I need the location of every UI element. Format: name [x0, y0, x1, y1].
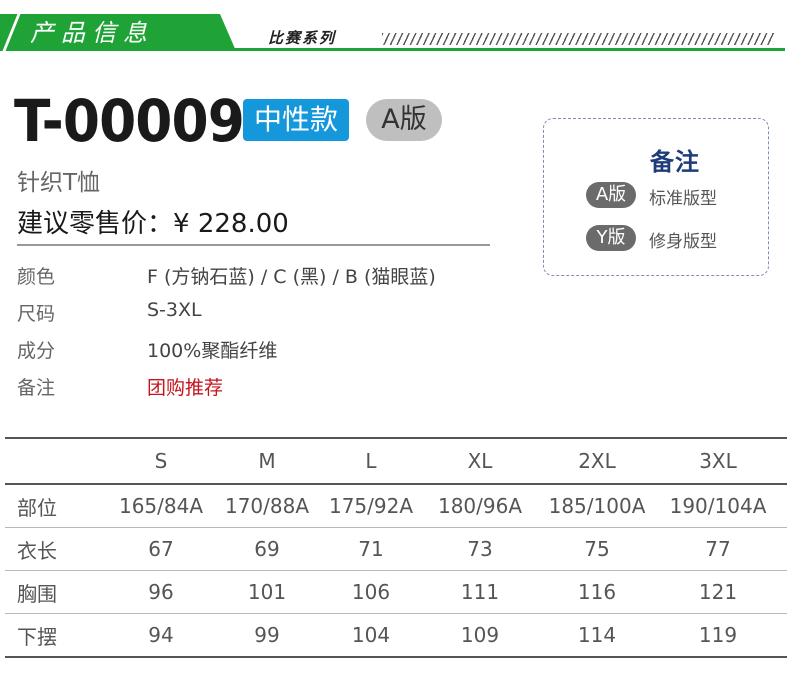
table-row: 衣长 67 69 71 73 75 77	[5, 528, 787, 571]
table-header-cell	[5, 439, 105, 483]
table-cell: 99	[254, 623, 280, 647]
table-cell: 111	[460, 580, 500, 604]
table-cell: 67	[148, 537, 174, 561]
row-label: 部位	[17, 495, 57, 520]
table-cell: 106	[351, 580, 391, 604]
fit-y-badge: Y版	[586, 225, 636, 251]
price-value: ¥ 228.00	[173, 209, 289, 239]
row-label: 胸围	[17, 581, 57, 606]
note-title: 备注	[650, 148, 700, 176]
table-row: 部位 165/84A 170/88A 175/92A 180/96A 185/1…	[5, 485, 787, 528]
fit-tag: A版	[366, 99, 442, 141]
table-cell: 121	[698, 580, 738, 604]
table-cell: 116	[577, 580, 617, 604]
table-header-cell: L	[365, 449, 377, 473]
table-cell: 104	[351, 623, 391, 647]
spec-label-material: 成分	[17, 340, 56, 362]
fit-a-description: 标准版型	[649, 189, 717, 209]
table-header-cell: M	[258, 449, 276, 473]
spec-value-material: 100%聚酯纤维	[147, 340, 278, 362]
retail-price: 建议零售价：¥ 228.00	[17, 203, 289, 240]
table-header-cell: 2XL	[578, 449, 616, 473]
table-cell: 96	[148, 580, 174, 604]
table-cell: 170/88A	[224, 494, 310, 518]
price-label: 建议零售价：	[17, 209, 174, 239]
table-cell: 165/84A	[118, 494, 204, 518]
fit-a-badge: A版	[586, 182, 636, 208]
row-label: 下摆	[17, 624, 57, 649]
table-row: 胸围 96 101 106 111 116 121	[5, 571, 787, 614]
spec-value-color: F (方钠石蓝) / C (黑) / B (猫眼蓝)	[147, 266, 436, 288]
header-hatch-decoration	[382, 33, 774, 45]
table-header-cell: XL	[467, 449, 493, 473]
spec-label-size: 尺码	[17, 303, 56, 325]
table-cell: 109	[460, 623, 500, 647]
table-cell: 75	[584, 537, 610, 561]
table-cell: 73	[467, 537, 493, 561]
table-header-cell: S	[154, 449, 168, 473]
table-cell: 180/96A	[437, 494, 523, 518]
table-cell: 190/104A	[669, 494, 767, 518]
section-title: 产品信息	[30, 19, 154, 47]
table-cell: 101	[247, 580, 287, 604]
fit-y-description: 修身版型	[649, 232, 717, 252]
table-cell: 77	[705, 537, 731, 561]
table-header-row: S M L XL 2XL 3XL	[5, 437, 787, 485]
row-label: 衣长	[17, 538, 57, 563]
table-cell: 185/100A	[548, 494, 646, 518]
price-divider	[17, 244, 490, 246]
gender-tag: 中性款	[243, 99, 349, 141]
spec-label-color: 颜色	[17, 266, 56, 288]
spec-value-size: S-3XL	[147, 299, 202, 321]
table-cell: 114	[577, 623, 617, 647]
table-cell: 71	[358, 537, 384, 561]
table-cell: 69	[254, 537, 280, 561]
series-label: 比赛系列	[268, 29, 337, 47]
product-name: 针织T恤	[17, 170, 101, 196]
table-cell: 175/92A	[328, 494, 414, 518]
table-row: 下摆 94 99 104 109 114 119	[5, 614, 787, 658]
spec-label-remark: 备注	[17, 377, 56, 399]
spec-value-remark: 团购推荐	[147, 377, 224, 399]
size-table: S M L XL 2XL 3XL 部位 165/84A 170/88A 175/…	[5, 437, 787, 658]
table-cell: 94	[148, 623, 174, 647]
table-cell: 119	[698, 623, 738, 647]
table-header-cell: 3XL	[699, 449, 737, 473]
product-code: T-00009	[14, 87, 245, 155]
